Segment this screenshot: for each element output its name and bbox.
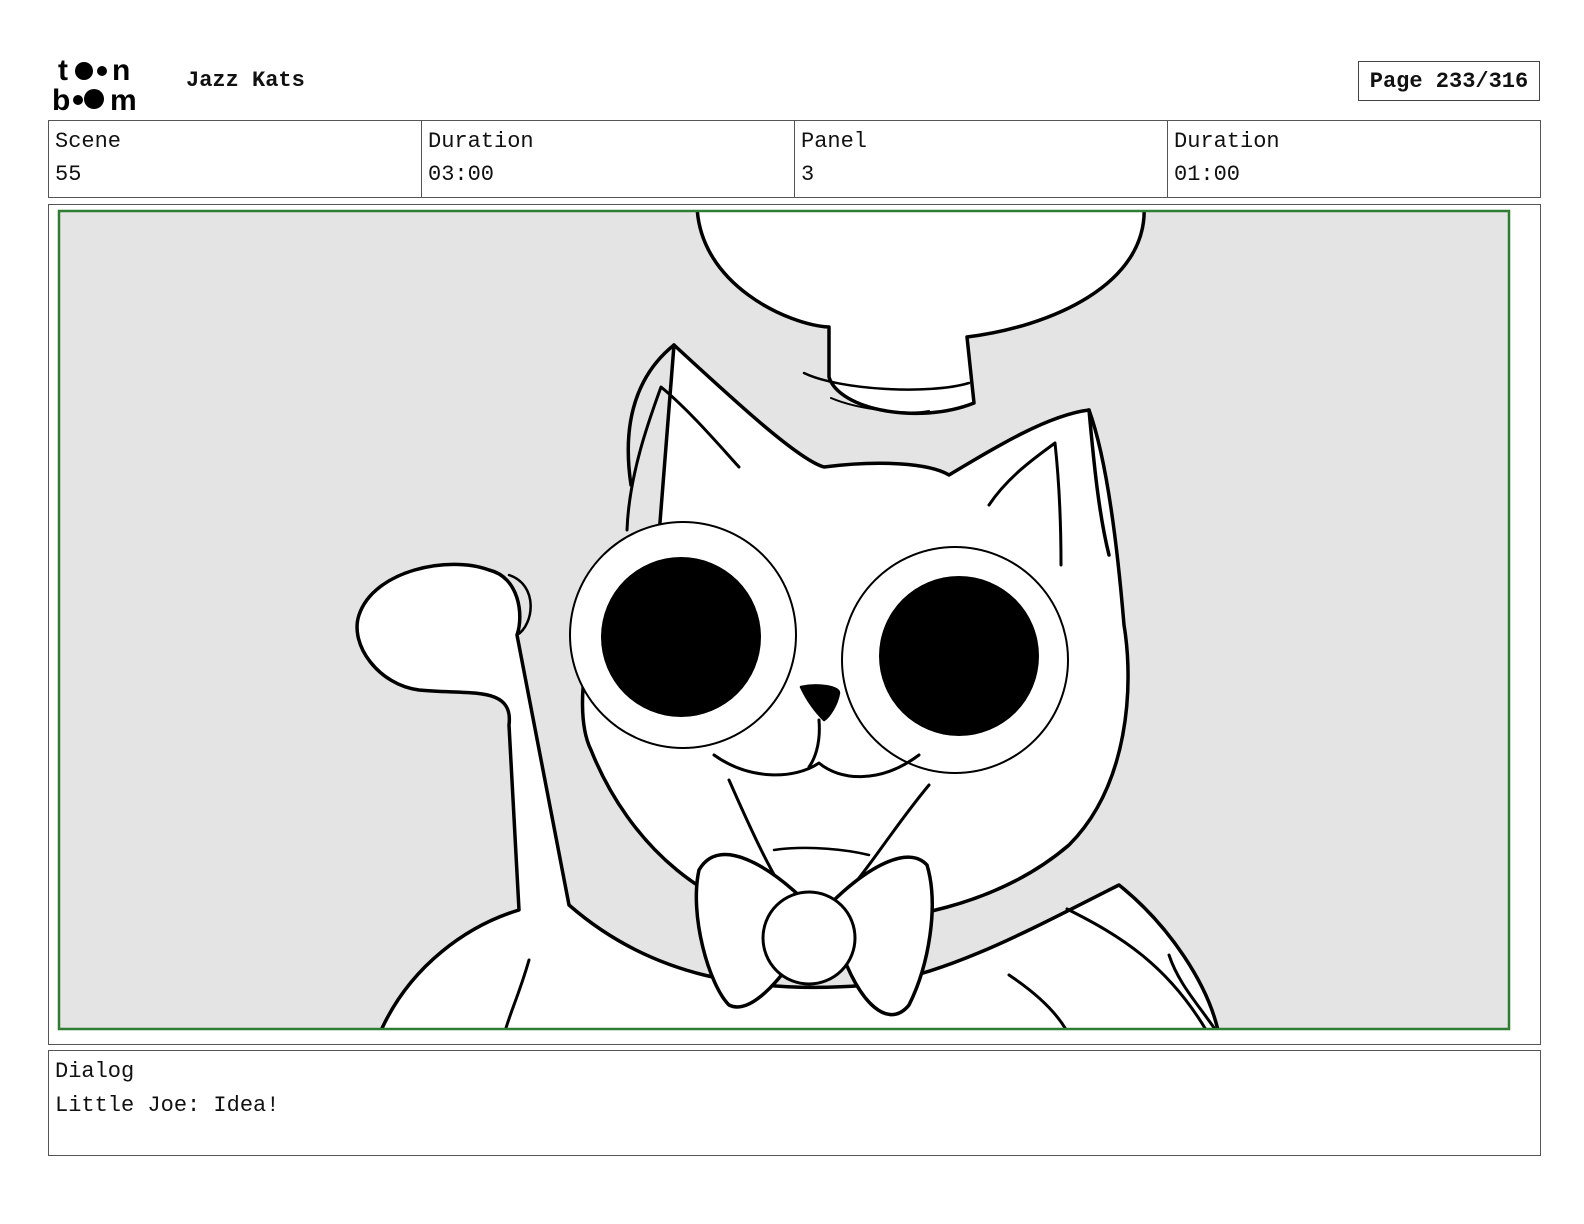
project-title: Jazz Kats (186, 68, 305, 93)
panel-drawing (57, 209, 1511, 1031)
panel-cell: Panel 3 (795, 121, 1168, 197)
panel-info-table: Scene 55 Duration 03:00 Panel 3 Duration… (48, 120, 1541, 198)
toon-boom-logo: t n b m (52, 54, 137, 112)
scene-value: 55 (55, 162, 82, 187)
scene-duration-label: Duration (428, 129, 534, 154)
panel-duration-cell: Duration 01:00 (1168, 121, 1540, 197)
panel-duration-value: 01:00 (1174, 162, 1241, 187)
scene-cell: Scene 55 (49, 121, 422, 197)
dialog-label: Dialog (55, 1059, 135, 1084)
dialog-box: Dialog Little Joe: Idea! (48, 1050, 1541, 1156)
svg-text:n: n (112, 54, 130, 87)
panel-duration-label: Duration (1174, 129, 1280, 154)
panel-label: Panel (801, 129, 868, 154)
panel-value: 3 (801, 162, 815, 187)
scene-duration-cell: Duration 03:00 (422, 121, 795, 197)
page-indicator: Page 233/316 (1358, 61, 1540, 101)
scene-duration-value: 03:00 (428, 162, 495, 187)
dialog-text: Little Joe: Idea! (55, 1093, 280, 1118)
scene-label: Scene (55, 129, 122, 154)
svg-text:m: m (110, 84, 137, 112)
svg-text:b: b (52, 84, 70, 112)
svg-text:t: t (58, 54, 68, 87)
storyboard-panel (48, 204, 1541, 1045)
